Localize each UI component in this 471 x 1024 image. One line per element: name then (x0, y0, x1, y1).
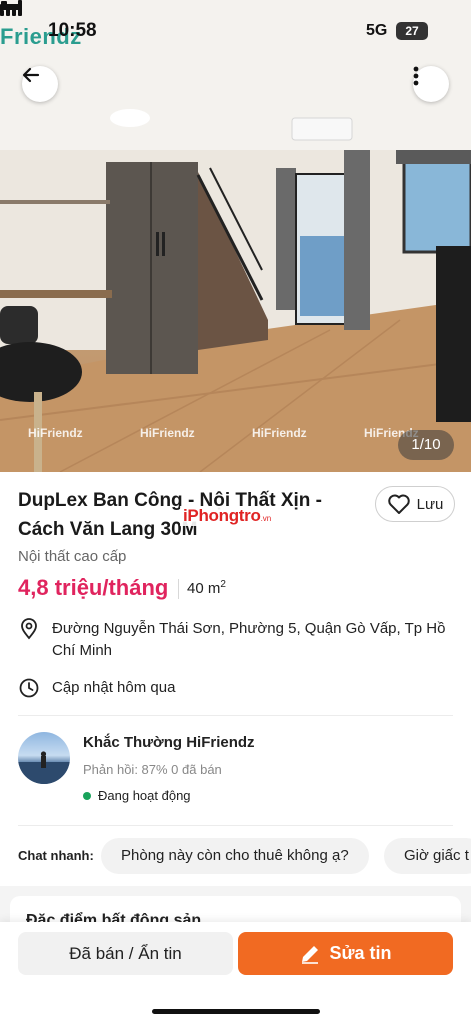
address-row[interactable]: Đường Nguyễn Thái Sơn, Phường 5, Quận Gò… (18, 618, 448, 662)
arrow-left-icon (22, 67, 40, 83)
quick-chat-label: Chat nhanh: (18, 848, 94, 863)
avatar[interactable] (18, 732, 70, 784)
battery-level: 27 (405, 24, 419, 38)
sold-hide-button[interactable]: Đã bán / Ẩn tin (18, 932, 233, 975)
updated-row: Cập nhật hôm qua (18, 677, 175, 699)
heart-icon (387, 494, 410, 514)
watermark: HiFriendz (252, 426, 307, 440)
furniture-label: Nội thất cao cấp (18, 548, 127, 565)
area-unit: 2 (220, 579, 226, 590)
home-indicator (152, 1009, 320, 1014)
divider (18, 825, 453, 826)
price: 4,8 triệu/tháng (18, 575, 169, 600)
watermark: HiFriendz (140, 426, 195, 440)
room-photo-illustration (0, 0, 471, 472)
watermark-stamp: iPhongtro.vn (180, 506, 275, 526)
listing-photo[interactable]: Friendz 10:58 5G 27 HiFriendz HiFriendz … (0, 0, 471, 472)
cellular-signal-icon (0, 0, 22, 16)
edit-label: Sửa tin (329, 943, 392, 963)
network-type: 5G (366, 22, 388, 39)
pencil-icon (302, 945, 319, 964)
clock-icon (19, 678, 39, 698)
back-button[interactable] (22, 66, 58, 102)
quick-chat-chip[interactable]: Giờ giấc t (384, 838, 471, 874)
quick-chat-chip[interactable]: Phòng này còn cho thuê không ạ? (101, 838, 369, 874)
avatar-image (18, 751, 70, 784)
updated-text: Cập nhật hôm qua (52, 679, 176, 696)
seller-stats: Phản hồi: 87% 0 đã bán (83, 762, 222, 777)
divider (178, 579, 179, 599)
area: 40 m2 (187, 579, 226, 597)
online-status: Đang hoạt động (98, 788, 191, 803)
address-text: Đường Nguyễn Thái Sơn, Phường 5, Quận Gò… (52, 620, 446, 659)
photo-counter: 1/10 (398, 430, 454, 460)
stamp-suffix: .vn (260, 514, 272, 523)
stamp-text: iPhongtro (183, 506, 261, 525)
save-button[interactable]: Lưu (375, 486, 455, 522)
status-bar: Friendz 10:58 5G 27 (0, 0, 471, 62)
edit-listing-button[interactable]: Sửa tin (238, 932, 453, 975)
area-value: 40 m (187, 580, 221, 597)
divider (18, 715, 453, 716)
battery-icon: 27 (396, 22, 428, 40)
save-label: Lưu (416, 495, 444, 513)
seller-name[interactable]: Khắc Thường HiFriendz (83, 734, 255, 751)
more-vertical-icon (413, 66, 419, 86)
online-status-dot (83, 792, 91, 800)
clock: 10:58 (48, 20, 97, 41)
watermark: HiFriendz (28, 426, 83, 440)
more-options-button[interactable] (413, 66, 449, 102)
location-pin-icon (21, 618, 37, 640)
